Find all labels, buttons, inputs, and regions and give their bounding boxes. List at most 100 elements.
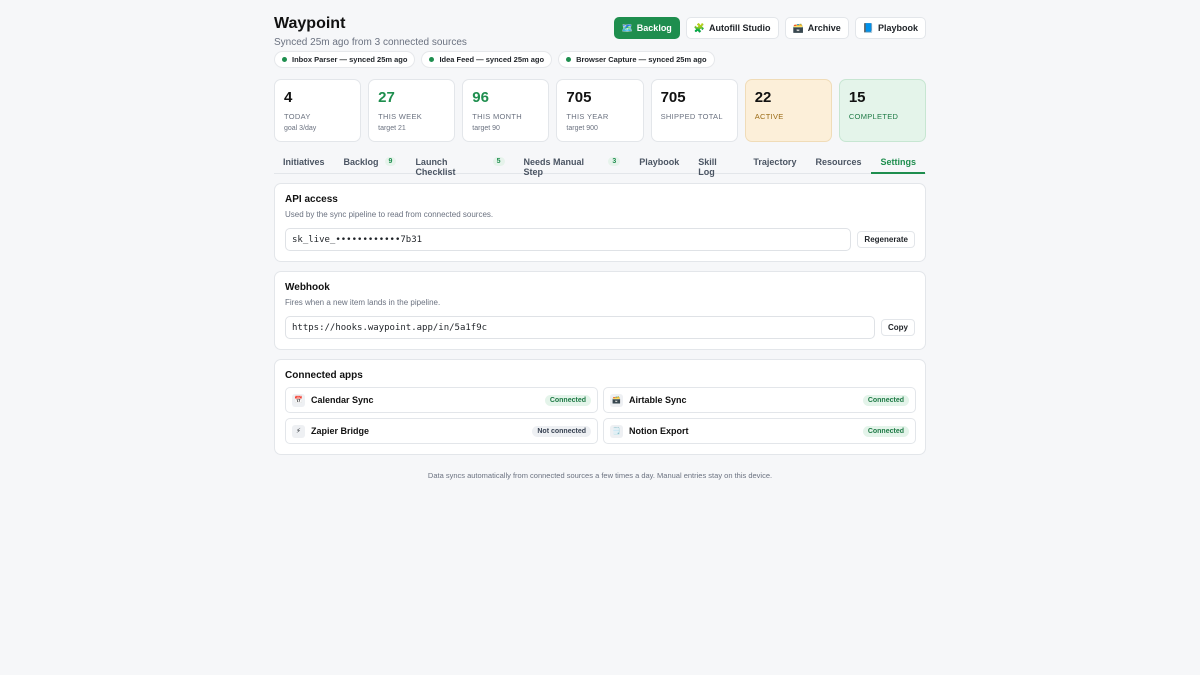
- source-pill-idea-feed: Idea Feed — synced 25m ago: [421, 51, 553, 68]
- tab-resources[interactable]: Resources: [806, 152, 870, 174]
- api-access-card: API access Used by the sync pipeline to …: [274, 183, 926, 262]
- status-badge: Connected: [544, 394, 591, 406]
- backlog-button-label: Backlog: [636, 23, 672, 33]
- stat-value: 4: [284, 89, 293, 106]
- webhook-url-row: Copy: [285, 316, 915, 339]
- stat-sub: goal 3/day: [284, 125, 317, 132]
- tab-label: Initiatives: [283, 157, 325, 167]
- api-key-row: Regenerate: [285, 228, 915, 251]
- tab-label: Launch Checklist: [415, 157, 456, 177]
- stat-label: COMPLETED: [848, 112, 899, 121]
- tab-label: Playbook: [639, 157, 680, 167]
- tab-label: Trajectory: [753, 157, 797, 167]
- playbook-button[interactable]: 📘 Playbook: [854, 17, 926, 39]
- card-box-icon: 🗃️: [792, 22, 804, 33]
- puzzle-icon: 🧩: [693, 22, 706, 33]
- notepad-icon: 🗒️: [610, 424, 623, 438]
- stat-label: THIS YEAR: [566, 112, 609, 121]
- title-block: Waypoint Synced 25m ago from 3 connected…: [274, 14, 467, 49]
- tab-initiatives[interactable]: Initiatives: [274, 152, 334, 174]
- tab-label: Resources: [815, 157, 862, 167]
- archive-button[interactable]: 🗃️ Archive: [784, 17, 849, 39]
- app-calendar-sync[interactable]: 📅 Calendar Sync Connected: [285, 387, 598, 413]
- source-pill-label: Browser Capture — synced 25m ago: [576, 55, 707, 64]
- stat-value: 96: [472, 89, 489, 106]
- stat-active: 22 ACTIVE: [744, 79, 832, 142]
- header: Waypoint Synced 25m ago from 3 connected…: [274, 14, 926, 48]
- tab-label: Skill Log: [698, 157, 717, 177]
- copy-button[interactable]: Copy: [881, 319, 915, 336]
- connected-apps-grid: 📅 Calendar Sync Connected 🗃️ Airtable Sy…: [285, 387, 916, 444]
- stat-completed: 15 COMPLETED: [838, 79, 926, 142]
- tab-needs-manual-step[interactable]: Needs Manual Step 3: [515, 152, 630, 177]
- webhook-card: Webhook Fires when a new item lands in t…: [274, 271, 926, 350]
- archive-button-label: Archive: [807, 23, 841, 33]
- card-box-icon: 🗃️: [610, 393, 623, 407]
- app-name: Airtable Sync: [629, 395, 687, 405]
- tab-backlog[interactable]: Backlog 9: [335, 152, 406, 174]
- stat-shipped-total: 705 SHIPPED TOTAL: [650, 79, 738, 142]
- status-dot-icon: [282, 57, 287, 62]
- count-badge: 3: [608, 157, 621, 166]
- regenerate-button[interactable]: Regenerate: [857, 231, 915, 248]
- status-badge: Not connected: [532, 425, 591, 437]
- tab-skill-log[interactable]: Skill Log: [689, 152, 743, 177]
- app-zapier-bridge[interactable]: ⚡ Zapier Bridge Not connected: [285, 418, 598, 444]
- stat-value: 15: [848, 89, 866, 106]
- stat-label: THIS WEEK: [378, 112, 423, 121]
- footer-note: Data syncs automatically from connected …: [427, 471, 773, 480]
- stat-label: THIS MONTH: [472, 112, 522, 121]
- stat-value: 27: [378, 89, 395, 106]
- autofill-studio-button-label: Autofill Studio: [709, 23, 771, 33]
- source-pill-browser-capture: Browser Capture — synced 25m ago: [558, 51, 715, 68]
- stat-label: ACTIVE: [754, 112, 784, 121]
- connected-apps-title: Connected apps: [285, 370, 363, 381]
- stat-value: 705: [660, 89, 686, 106]
- playbook-button-label: Playbook: [877, 23, 918, 33]
- stat-label: TODAY: [284, 112, 311, 121]
- app-airtable-sync[interactable]: 🗃️ Airtable Sync Connected: [603, 387, 916, 413]
- webhook-title: Webhook: [285, 282, 330, 293]
- stat-label: SHIPPED TOTAL: [660, 112, 723, 121]
- stat-value: 22: [754, 89, 772, 106]
- lightning-icon: ⚡: [292, 424, 305, 438]
- tab-bar: Initiatives Backlog 9 Launch Checklist 5…: [274, 152, 926, 177]
- tab-trajectory[interactable]: Trajectory: [744, 152, 805, 174]
- status-badge: Connected: [862, 425, 909, 437]
- app-name: Zapier Bridge: [311, 426, 370, 436]
- tab-playbook[interactable]: Playbook: [630, 152, 688, 174]
- source-pills: Inbox Parser — synced 25m ago Idea Feed …: [274, 51, 926, 68]
- tab-settings[interactable]: Settings: [871, 152, 925, 174]
- calendar-icon: 📅: [292, 393, 305, 407]
- api-key-field[interactable]: [285, 228, 852, 251]
- source-pill-inbox-parser: Inbox Parser — synced 25m ago: [274, 51, 416, 68]
- blue-book-icon: 📘: [862, 22, 874, 33]
- top-actions: 🗺️ Backlog 🧩 Autofill Studio 🗃️ Archive …: [613, 17, 926, 39]
- source-pill-label: Idea Feed — synced 25m ago: [439, 55, 545, 64]
- webhook-url-field[interactable]: [285, 316, 875, 339]
- autofill-studio-button[interactable]: 🧩 Autofill Studio: [685, 17, 779, 39]
- webhook-desc: Fires when a new item lands in the pipel…: [285, 298, 441, 307]
- stat-this-week: 27 THIS WEEK target 21: [368, 79, 456, 142]
- stat-sub: target 21: [378, 125, 406, 132]
- stats-row: 4 TODAY goal 3/day 27 THIS WEEK target 2…: [274, 79, 926, 142]
- count-badge: 9: [384, 157, 397, 166]
- page-title: Waypoint: [274, 15, 346, 32]
- tab-launch-checklist[interactable]: Launch Checklist 5: [406, 152, 513, 177]
- status-badge: Connected: [862, 394, 909, 406]
- backlog-button[interactable]: 🗺️ Backlog: [613, 17, 680, 39]
- connected-apps-card: Connected apps 📅 Calendar Sync Connected…: [274, 359, 926, 455]
- api-access-desc: Used by the sync pipeline to read from c…: [285, 210, 494, 219]
- tab-label: Settings: [880, 157, 916, 167]
- status-dot-icon: [429, 57, 435, 62]
- status-dot-icon: [566, 57, 572, 62]
- count-badge: 5: [492, 157, 505, 166]
- stat-sub: target 900: [566, 125, 598, 132]
- stat-this-month: 96 THIS MONTH target 90: [462, 79, 550, 142]
- app-name: Notion Export: [629, 426, 689, 436]
- app-notion-export[interactable]: 🗒️ Notion Export Connected: [603, 418, 916, 444]
- api-access-title: API access: [285, 194, 338, 205]
- source-pill-label: Inbox Parser — synced 25m ago: [292, 55, 408, 64]
- tab-label: Needs Manual Step: [523, 157, 585, 177]
- stat-today: 4 TODAY goal 3/day: [274, 79, 362, 142]
